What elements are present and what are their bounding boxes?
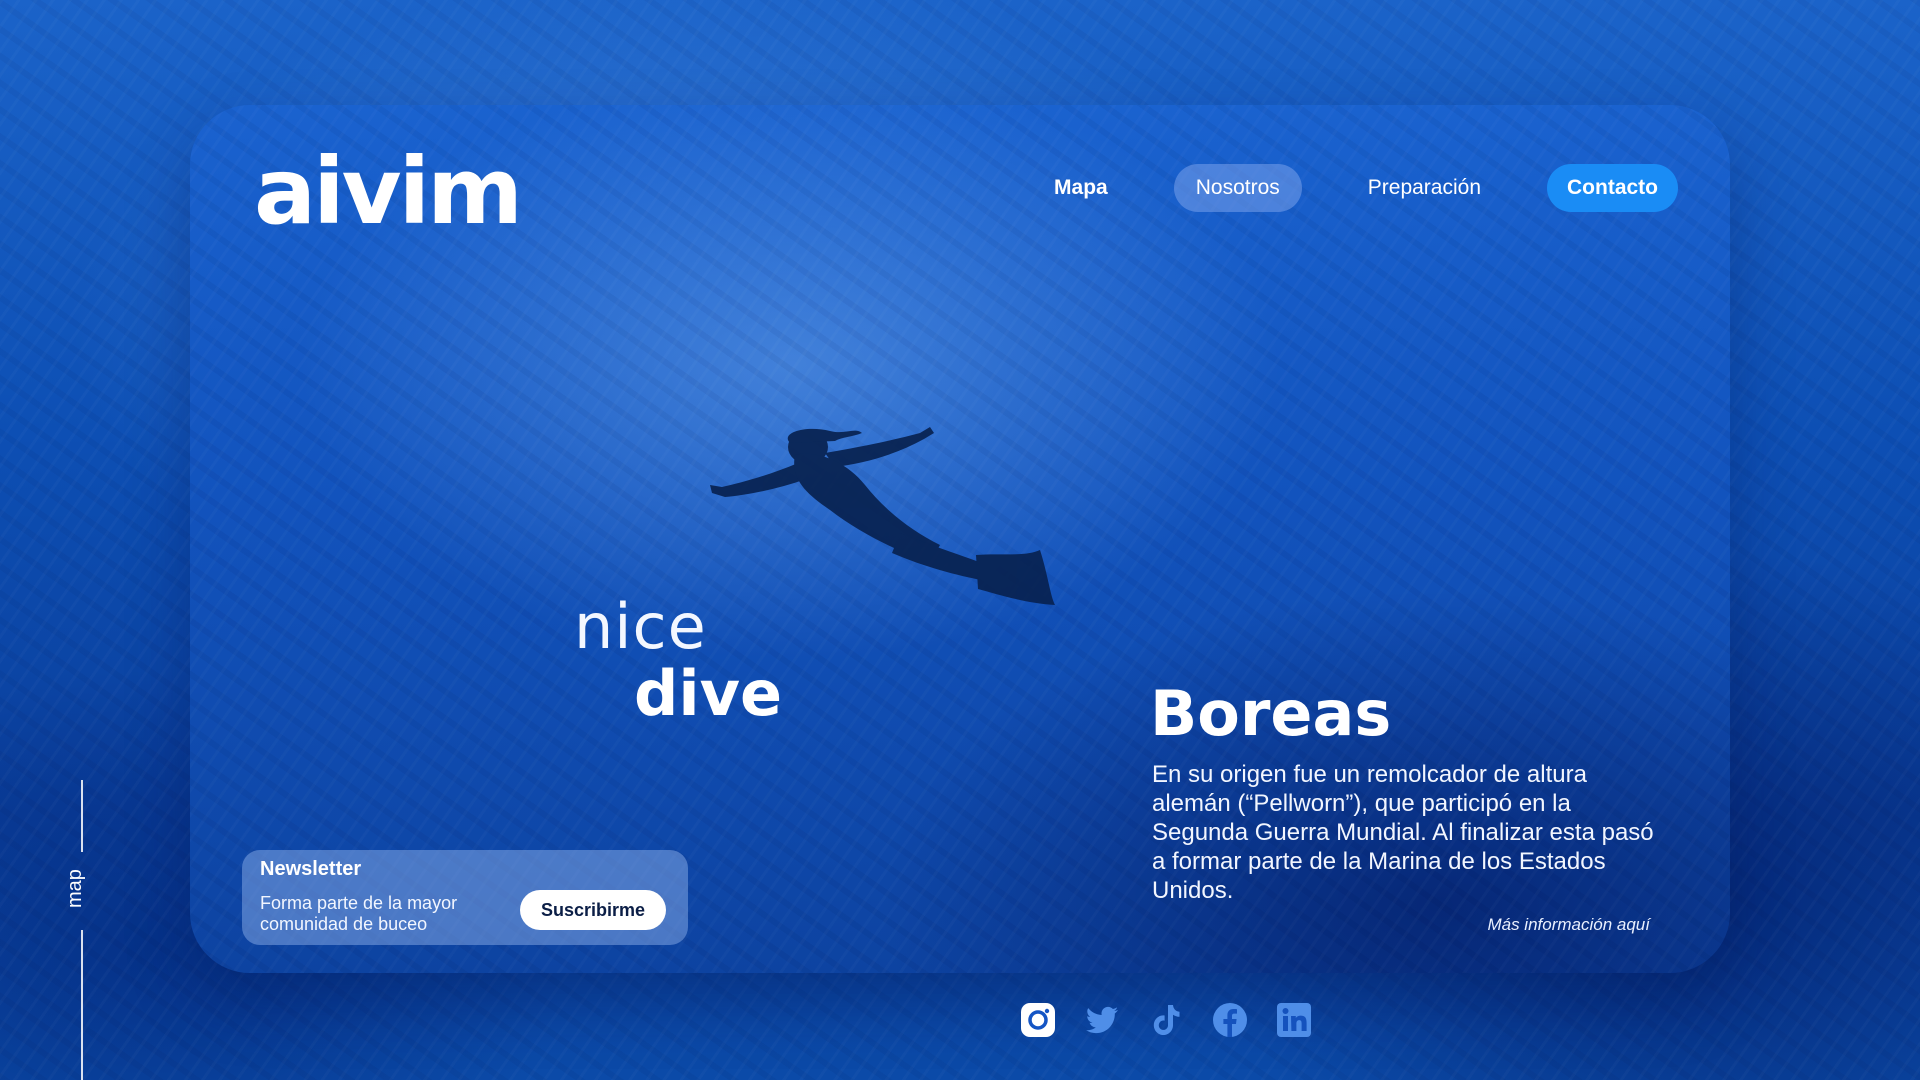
newsletter-title: Newsletter	[260, 858, 362, 880]
brand-logo[interactable]: aivim	[254, 143, 524, 233]
twitter-icon[interactable]	[1084, 1002, 1120, 1038]
side-map-label[interactable]: map	[64, 869, 87, 908]
side-line-bottom	[81, 930, 83, 1080]
nav-item-mapa[interactable]: Mapa	[1032, 164, 1130, 212]
nav-item-preparacion[interactable]: Preparación	[1346, 164, 1503, 212]
facebook-icon[interactable]	[1212, 1002, 1248, 1038]
main-nav: Mapa Nosotros Preparación Contacto	[988, 164, 1678, 212]
svg-text:aivim: aivim	[254, 143, 520, 233]
hero-card: aivim Mapa Nosotros Preparación Contacto…	[190, 105, 1730, 973]
hero-line-nice: nice	[574, 590, 707, 663]
social-links	[1020, 1002, 1312, 1038]
hero-line-dive: dive	[634, 657, 783, 730]
subscribe-button[interactable]: Suscribirme	[520, 890, 666, 930]
side-line-top	[81, 780, 83, 852]
newsletter-text: Forma parte de la mayor comunidad de buc…	[260, 893, 458, 934]
nav-item-contacto[interactable]: Contacto	[1547, 164, 1678, 212]
more-info-link[interactable]: Más información aquí	[1487, 915, 1650, 935]
newsletter-box: Newsletter Forma parte de la mayor comun…	[242, 850, 688, 945]
nav-item-nosotros[interactable]: Nosotros	[1173, 164, 1302, 212]
linkedin-icon[interactable]	[1276, 1002, 1312, 1038]
tiktok-icon[interactable]	[1148, 1002, 1184, 1038]
feature-description: En su origen fue un remolcador de altura…	[1152, 761, 1654, 904]
feature-title: Boreas	[1150, 677, 1392, 750]
instagram-icon[interactable]	[1020, 1002, 1056, 1038]
